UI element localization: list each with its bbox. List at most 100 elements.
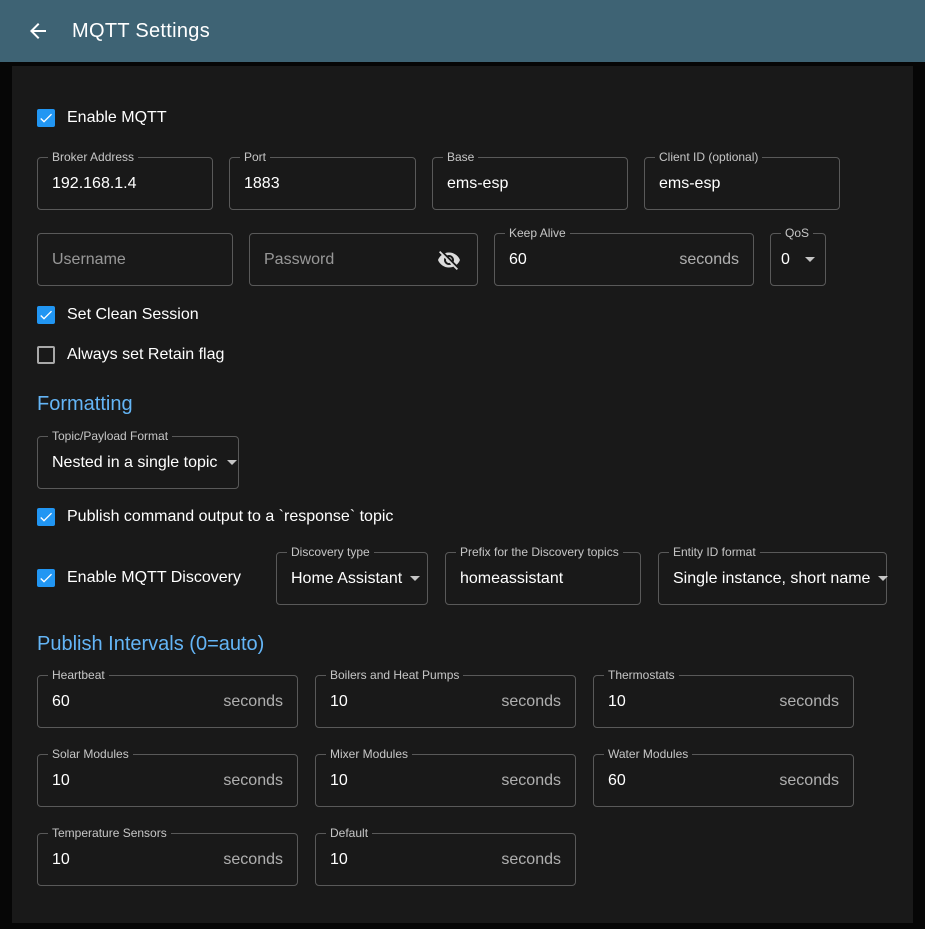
thermostats-interval-field[interactable]: Thermostats seconds [593, 675, 854, 728]
temperature-sensors-interval-field[interactable]: Temperature Sensors seconds [37, 833, 298, 886]
solar-interval-field[interactable]: Solar Modules seconds [37, 754, 298, 807]
enable-mqtt-checkbox[interactable] [37, 109, 55, 127]
chevron-down-icon [878, 576, 888, 581]
formatting-heading: Formatting [37, 393, 888, 416]
keep-alive-label: Keep Alive [505, 226, 570, 240]
base-field[interactable]: Base [432, 157, 628, 210]
port-input[interactable] [244, 175, 401, 193]
topic-format-value: Nested in a single topic [52, 454, 217, 472]
interval-suffix: seconds [493, 693, 561, 711]
topic-format-label: Topic/Payload Format [48, 429, 172, 443]
heartbeat-interval-input[interactable] [52, 693, 215, 711]
publish-response-checkbox[interactable] [37, 508, 55, 526]
interval-suffix: seconds [215, 851, 283, 869]
default-interval-label: Default [326, 826, 372, 840]
discovery-type-select[interactable]: Discovery type Home Assistant [276, 552, 428, 605]
discovery-row: Enable MQTT Discovery Discovery type Hom… [37, 552, 888, 605]
boilers-interval-input[interactable] [330, 693, 493, 711]
port-label: Port [240, 150, 270, 164]
broker-address-label: Broker Address [48, 150, 138, 164]
client-id-label: Client ID (optional) [655, 150, 762, 164]
client-id-field[interactable]: Client ID (optional) [644, 157, 840, 210]
water-interval-field[interactable]: Water Modules seconds [593, 754, 854, 807]
chevron-down-icon [227, 460, 237, 465]
interval-suffix: seconds [771, 693, 839, 711]
water-interval-input[interactable] [608, 772, 771, 790]
arrow-back-icon [26, 19, 50, 43]
clean-session-label: Set Clean Session [67, 306, 199, 324]
intervals-grid: Heartbeat seconds Boilers and Heat Pumps… [37, 675, 888, 886]
qos-select[interactable]: QoS 0 [770, 233, 826, 286]
discovery-prefix-field[interactable]: Prefix for the Discovery topics [445, 552, 641, 605]
enable-discovery-label: Enable MQTT Discovery [67, 569, 241, 587]
publish-intervals-heading: Publish Intervals (0=auto) [37, 633, 888, 656]
qos-label: QoS [781, 226, 813, 240]
chevron-down-icon [805, 257, 815, 262]
boilers-interval-field[interactable]: Boilers and Heat Pumps seconds [315, 675, 576, 728]
enable-discovery-row: Enable MQTT Discovery [37, 566, 259, 590]
base-label: Base [443, 150, 478, 164]
entity-id-format-label: Entity ID format [669, 545, 760, 559]
interval-suffix: seconds [771, 772, 839, 790]
keep-alive-input[interactable] [509, 251, 671, 269]
retain-flag-row: Always set Retain flag [37, 343, 888, 367]
check-icon [38, 307, 54, 323]
topic-format-select[interactable]: Topic/Payload Format Nested in a single … [37, 436, 239, 489]
heartbeat-interval-field[interactable]: Heartbeat seconds [37, 675, 298, 728]
thermostats-interval-input[interactable] [608, 693, 771, 711]
enable-mqtt-label: Enable MQTT [67, 109, 167, 127]
enable-mqtt-row: Enable MQTT [37, 106, 888, 130]
keep-alive-suffix: seconds [671, 251, 739, 269]
toggle-password-visibility-button[interactable] [435, 246, 463, 274]
interval-suffix: seconds [493, 772, 561, 790]
connection-fields-row: Broker Address Port Base Client ID (opti… [37, 157, 888, 210]
enable-discovery-checkbox[interactable] [37, 569, 55, 587]
discovery-prefix-input[interactable] [460, 570, 626, 588]
heartbeat-interval-label: Heartbeat [48, 668, 109, 682]
check-icon [38, 570, 54, 586]
default-interval-input[interactable] [330, 851, 493, 869]
username-field[interactable] [37, 233, 233, 286]
back-button[interactable] [26, 19, 50, 43]
thermostats-interval-label: Thermostats [604, 668, 679, 682]
temperature-sensors-interval-label: Temperature Sensors [48, 826, 171, 840]
water-interval-label: Water Modules [604, 747, 692, 761]
check-icon [38, 509, 54, 525]
mixer-interval-input[interactable] [330, 772, 493, 790]
retain-flag-checkbox[interactable] [37, 346, 55, 364]
username-input[interactable] [52, 251, 218, 269]
retain-flag-label: Always set Retain flag [67, 346, 224, 364]
interval-suffix: seconds [493, 851, 561, 869]
settings-panel: Enable MQTT Broker Address Port Base Cli… [12, 66, 913, 923]
client-id-input[interactable] [659, 175, 825, 193]
check-icon [38, 110, 54, 126]
discovery-prefix-label: Prefix for the Discovery topics [456, 545, 623, 559]
boilers-interval-label: Boilers and Heat Pumps [326, 668, 463, 682]
password-field[interactable] [249, 233, 478, 286]
broker-address-field[interactable]: Broker Address [37, 157, 213, 210]
appbar: MQTT Settings [0, 0, 925, 62]
solar-interval-label: Solar Modules [48, 747, 133, 761]
port-field[interactable]: Port [229, 157, 416, 210]
qos-value: 0 [781, 251, 790, 269]
solar-interval-input[interactable] [52, 772, 215, 790]
discovery-type-label: Discovery type [287, 545, 374, 559]
keep-alive-field[interactable]: Keep Alive seconds [494, 233, 754, 286]
mixer-interval-field[interactable]: Mixer Modules seconds [315, 754, 576, 807]
topic-format-row: Topic/Payload Format Nested in a single … [37, 436, 888, 489]
publish-response-row: Publish command output to a `response` t… [37, 505, 888, 529]
visibility-off-icon [437, 248, 461, 272]
chevron-down-icon [410, 576, 420, 581]
default-interval-field[interactable]: Default seconds [315, 833, 576, 886]
entity-id-format-select[interactable]: Entity ID format Single instance, short … [658, 552, 887, 605]
entity-id-format-value: Single instance, short name [673, 570, 870, 588]
base-input[interactable] [447, 175, 613, 193]
temperature-sensors-interval-input[interactable] [52, 851, 215, 869]
clean-session-checkbox[interactable] [37, 306, 55, 324]
password-input[interactable] [264, 251, 435, 269]
interval-suffix: seconds [215, 693, 283, 711]
page-title: MQTT Settings [72, 20, 210, 43]
publish-response-label: Publish command output to a `response` t… [67, 508, 393, 526]
interval-suffix: seconds [215, 772, 283, 790]
broker-address-input[interactable] [52, 175, 198, 193]
